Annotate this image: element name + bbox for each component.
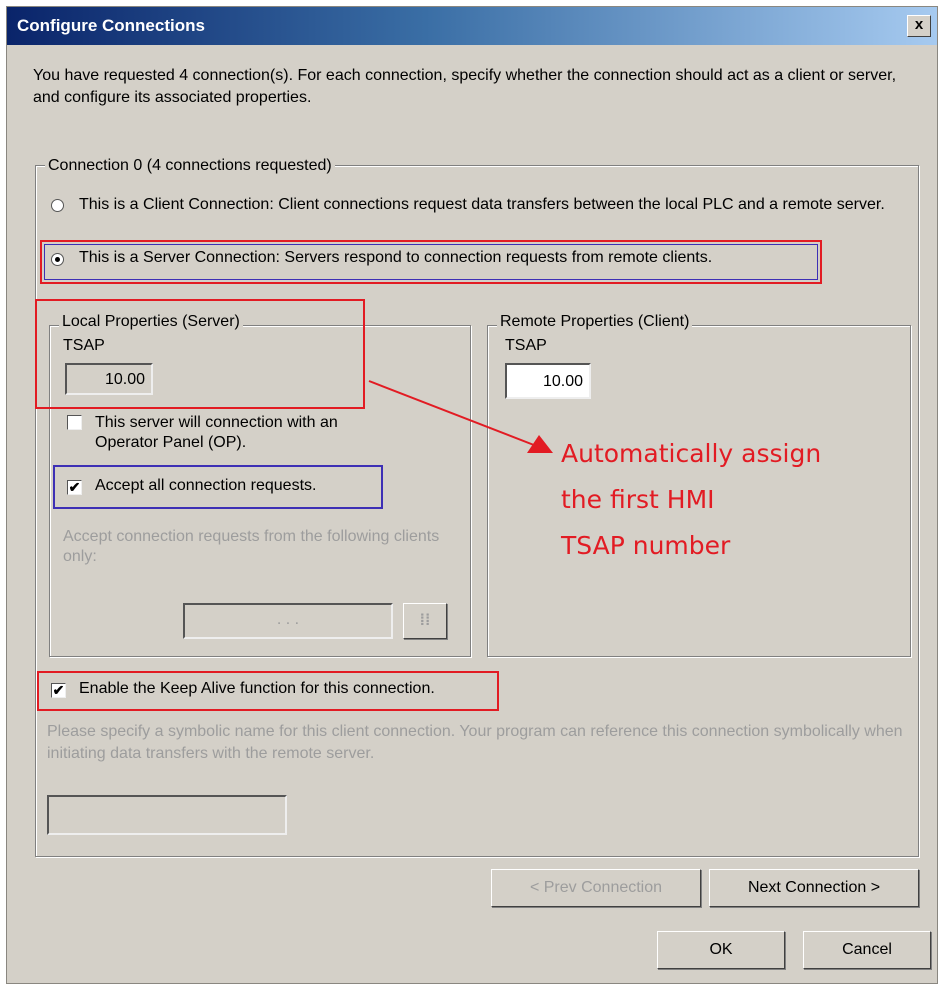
- annotation-line1: Automatically assign: [561, 439, 822, 468]
- window-title: Configure Connections: [17, 16, 205, 35]
- annotation-text: Automatically assign the first HMI TSAP …: [561, 431, 821, 569]
- next-connection-button[interactable]: Next Connection >: [709, 869, 919, 907]
- client-connection-label[interactable]: This is a Client Connection: Client conn…: [79, 195, 899, 217]
- symbolic-name-field: [47, 795, 287, 835]
- close-icon[interactable]: x: [907, 15, 931, 37]
- local-tsap-highlight: [35, 299, 365, 409]
- op-checkbox[interactable]: [67, 415, 82, 430]
- remote-properties-legend: Remote Properties (Client): [497, 313, 693, 331]
- connection-group-legend: Connection 0 (4 connections requested): [45, 157, 335, 175]
- cancel-button[interactable]: Cancel: [803, 931, 931, 969]
- accept-all-highlight: [53, 465, 383, 509]
- annotation-line2: the first HMI: [561, 485, 715, 514]
- annotation-arrow: [368, 380, 553, 453]
- address-book-icon: ⁞⁞: [403, 603, 447, 639]
- configure-connections-dialog: Configure Connections x You have request…: [6, 6, 938, 984]
- intro-text: You have requested 4 connection(s). For …: [33, 67, 897, 106]
- prev-connection-button[interactable]: < Prev Connection: [491, 869, 701, 907]
- accept-following-text: Accept connection requests from the foll…: [63, 528, 440, 565]
- title-bar[interactable]: Configure Connections x: [7, 7, 937, 45]
- op-checkbox-label[interactable]: This server will connection with an Oper…: [95, 413, 395, 453]
- ok-button[interactable]: OK: [657, 931, 785, 969]
- remote-tsap-label: TSAP: [505, 337, 547, 354]
- server-option-highlight-inner: [44, 244, 818, 280]
- annotation-line3: TSAP number: [561, 531, 731, 560]
- symbolic-name-text: Please specify a symbolic name for this …: [47, 723, 903, 762]
- client-connection-radio[interactable]: [51, 199, 64, 212]
- client-ip-field: . . .: [183, 603, 393, 639]
- keep-alive-highlight: [37, 671, 499, 711]
